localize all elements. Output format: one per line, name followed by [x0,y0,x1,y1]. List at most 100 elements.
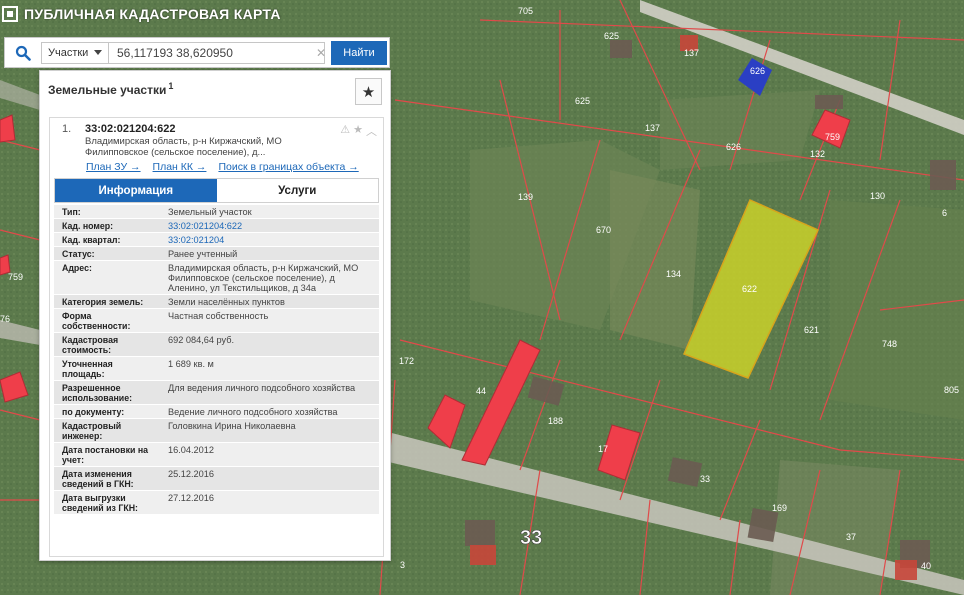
parcel-number-label: 188 [548,416,563,426]
app-header: ПУБЛИЧНАЯ КАДАСТРОВАЯ КАРТА [0,0,281,28]
tab-services[interactable]: Услуги [216,179,378,202]
collapse-chevron-icon[interactable]: ︿ [366,123,377,139]
chevron-down-icon [94,50,103,55]
info-key: Разрешенное использование: [54,380,160,405]
tab-information[interactable]: Информация [55,179,217,202]
info-key: Тип: [54,205,160,219]
info-value[interactable]: 33:02:021204 [160,232,379,247]
warning-icon[interactable]: ⚠ [340,123,350,139]
search-within-object-link[interactable]: Поиск в границах объекта → [218,161,358,173]
parcel-number-label: 40 [921,561,931,571]
info-key: Кад. номер: [54,218,160,233]
parcel-number-label: 705 [518,6,533,16]
search-type-label: Участки [48,46,89,59]
parcel-number-label: 622 [742,284,757,294]
parcel-number-label: 44 [476,386,486,396]
parcel-number-label: 137 [684,48,699,58]
parcel-number-label: 3 [400,560,405,570]
parcel-number-label: 626 [726,142,741,152]
parcel-number-label: 139 [518,192,533,202]
info-row: Дата постановки на учет: 16.04.2012 [54,442,379,467]
info-row: Уточненная площадь: 1 689 кв. м [54,356,379,381]
info-row: Дата изменения сведений в ГКН: 25.12.2016 [54,466,379,491]
result-links: План ЗУ → План КК → Поиск в границах объ… [86,161,359,173]
parcel-number-label: 169 [772,503,787,513]
panel-header: Земельные участки 1 ★ [40,71,390,111]
info-row: Кадастровая стоимость: 692 084,64 руб. [54,332,379,357]
info-value: Для ведения личного подсобного хозяйства [160,380,379,405]
info-key: Уточненная площадь: [54,356,160,381]
info-row: Статус: Ранее учтенный [54,246,379,261]
results-panel: Земельные участки 1 ★ 1. 33:02:021204:622… [39,70,391,561]
parcel-number-label: 132 [810,149,825,159]
info-value: Головкина Ирина Николаевна [160,418,379,443]
result-index: 1. [62,123,72,135]
info-key: Кад. квартал: [54,232,160,247]
parcel-number-label: 134 [666,269,681,279]
result-cadastral-number[interactable]: 33:02:021204:622 [85,123,176,135]
panel-title-text: Земельные участки [48,83,167,97]
parcel-number-label: 670 [596,225,611,235]
parcel-number-label: 130 [870,191,885,201]
parcel-number-label: 625 [575,96,590,106]
panel-title: Земельные участки 1 [48,81,173,97]
parcel-number-label: 17 [598,444,608,454]
parcel-number-label: 76 [0,314,10,324]
info-key: Адрес: [54,260,160,295]
info-key: Кадастровая стоимость: [54,332,160,357]
info-value: 1 689 кв. м [160,356,379,381]
info-row: Кад. квартал: 33:02:021204 [54,232,379,247]
parcel-number-label: 6 [942,208,947,218]
parcel-number-label: 621 [804,325,819,335]
parcel-number-label: 759 [825,132,840,142]
info-key: Дата постановки на учет: [54,442,160,467]
plan-kk-link[interactable]: План КК → [153,161,207,173]
parcel-number-label: 172 [399,356,414,366]
logo-icon[interactable] [2,6,18,22]
parcel-number-label: 137 [645,123,660,133]
parcel-number-label: 625 [604,31,619,41]
road-number-label: 33 [520,527,542,549]
parcel-number-label: 33 [700,474,710,484]
search-button[interactable]: Найти [331,40,387,65]
info-value: Ведение личного подсобного хозяйства [160,404,379,419]
info-value: Частная собственность [160,308,379,333]
info-row: Кад. номер: 33:02:021204:622 [54,218,379,233]
parcel-number-label: 748 [882,339,897,349]
info-value: Владимирская область, р-н Киржачский, МО… [160,260,379,295]
info-row: Дата выгрузки сведений из ГКН: 27.12.2016 [54,490,379,515]
info-value: Земли населённых пунктов [160,294,379,309]
parcel-number-label: 759 [8,272,23,282]
info-row: Кадастровый инженер: Головкина Ирина Нико… [54,418,379,443]
search-type-select[interactable]: Участки [41,41,109,64]
info-row: Тип: Земельный участок [54,205,379,219]
result-actions: ⚠ ★ ︿ [340,123,377,139]
search-icon[interactable] [5,38,41,67]
info-row: Форма собственности: Частная собственност… [54,308,379,333]
info-key: Статус: [54,246,160,261]
info-row: по документу: Ведение личного подсобного … [54,404,379,419]
result-card: 1. 33:02:021204:622 ⚠ ★ ︿ Владимирская о… [49,117,384,557]
parcel-number-label: 626 [750,66,765,76]
clear-icon[interactable]: ✕ [316,46,326,60]
plan-zu-link[interactable]: План ЗУ → [86,161,141,173]
info-value: Земельный участок [160,205,379,219]
parcel-number-label: 805 [944,385,959,395]
favorite-star-icon[interactable]: ★ [355,78,382,105]
info-key: Дата изменения сведений в ГКН: [54,466,160,491]
info-value: 16.04.2012 [160,442,379,467]
info-row: Адрес: Владимирская область, р-н Киржачск… [54,260,379,295]
star-icon[interactable]: ★ [353,123,363,139]
info-key: Форма собственности: [54,308,160,333]
info-value[interactable]: 33:02:021204:622 [160,218,379,233]
parcel-number-label: 37 [846,532,856,542]
info-row: Категория земель: Земли населённых пункто… [54,294,379,309]
info-value: Ранее учтенный [160,246,379,261]
info-row: Разрешенное использование: Для ведения ли… [54,380,379,405]
results-count: 1 [168,81,174,91]
info-value: 25.12.2016 [160,466,379,491]
info-key: Дата выгрузки сведений из ГКН: [54,490,160,515]
search-input[interactable] [109,41,325,64]
info-value: 692 084,64 руб. [160,332,379,357]
info-key: Категория земель: [54,294,160,309]
